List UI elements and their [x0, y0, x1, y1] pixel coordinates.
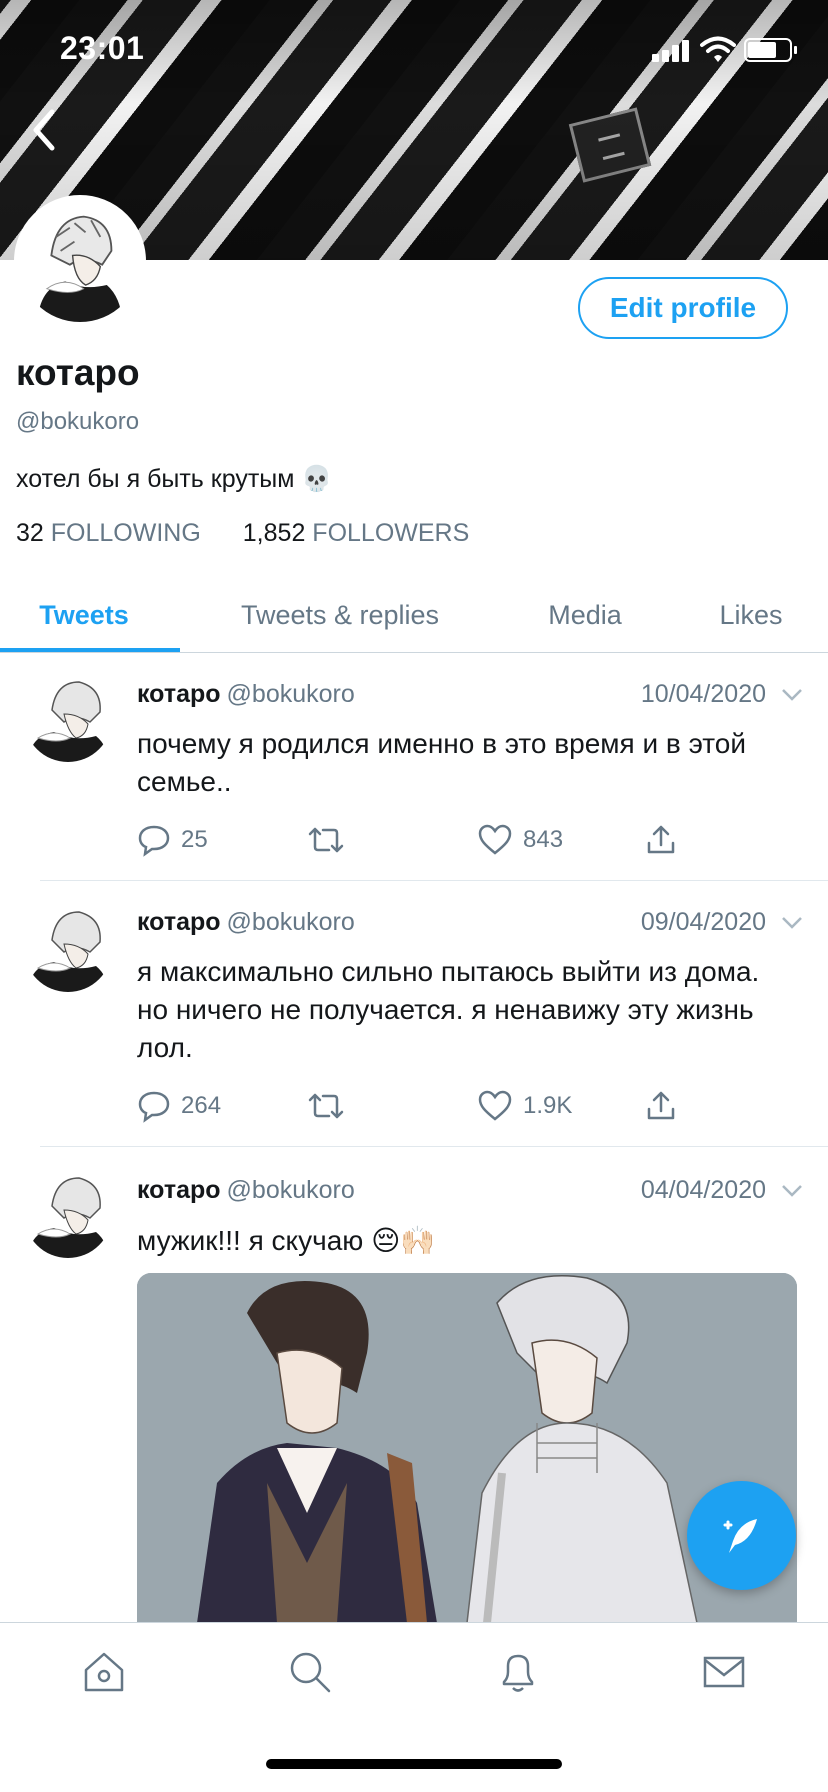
reply-count: 25 — [181, 826, 208, 853]
status-bar: 23:01 — [0, 0, 828, 100]
tweet-text: мужик!!! я скучаю 😔🙌🏻 — [137, 1225, 436, 1256]
profile-name: котаро — [16, 352, 140, 393]
reply-icon — [138, 1091, 170, 1123]
active-tab-indicator — [0, 648, 180, 652]
following-stat[interactable]: 32 FOLLOWING — [16, 519, 201, 548]
heart-icon — [478, 1090, 512, 1121]
tweet-author-name[interactable]: котаро — [137, 1176, 221, 1204]
retweet-button[interactable] — [307, 823, 355, 857]
home-icon[interactable] — [80, 1648, 128, 1696]
search-icon[interactable] — [286, 1648, 334, 1696]
tweet-text: почему я родился именно в это время и в … — [137, 728, 746, 797]
tab-media[interactable]: Media — [520, 578, 650, 652]
retweet-button[interactable] — [307, 1089, 355, 1123]
followers-count: 1,852 — [242, 519, 306, 547]
cellular-signal-icon — [652, 40, 692, 62]
battery-icon — [744, 38, 797, 62]
tweet-date: 09/04/2020 — [640, 908, 766, 936]
back-chevron-icon[interactable] — [20, 100, 70, 160]
avatar-illustration — [28, 1177, 108, 1258]
tweet-actions: 25 843 — [137, 823, 697, 863]
heart-icon — [478, 824, 512, 855]
reply-button[interactable]: 25 — [137, 823, 208, 857]
profile-stats: 32 FOLLOWING 1,852 FOLLOWERS — [16, 519, 469, 548]
tab-tweets[interactable]: Tweets — [0, 578, 168, 652]
reply-count: 264 — [181, 1092, 222, 1119]
tab-likes[interactable]: Likes — [690, 578, 812, 652]
anime-illustration — [137, 1273, 797, 1623]
compose-tweet-icon — [723, 1518, 757, 1553]
share-icon — [647, 1091, 675, 1120]
like-count: 1.9K — [523, 1092, 573, 1119]
tweet-date: 04/04/2020 — [640, 1176, 766, 1204]
like-button[interactable]: 843 — [477, 823, 563, 857]
retweet-icon — [308, 827, 344, 853]
compose-tweet-button[interactable] — [687, 1481, 796, 1590]
tweet-media-image[interactable] — [137, 1273, 797, 1623]
reply-button[interactable]: 264 — [137, 1089, 221, 1123]
retweet-icon — [308, 1093, 344, 1119]
profile-avatar[interactable] — [14, 195, 146, 327]
notifications-icon[interactable] — [494, 1648, 542, 1696]
tweet-actions: 264 1.9K — [137, 1089, 697, 1129]
share-button[interactable] — [644, 823, 678, 857]
tweet-text: я максимально сильно пытаюсь выйти из до… — [137, 956, 760, 1063]
following-label: FOLLOWING — [50, 519, 201, 547]
avatar-illustration — [19, 200, 141, 322]
tweet-author-handle: @bokukoro — [226, 1176, 355, 1204]
chevron-down-icon[interactable] — [780, 910, 804, 934]
profile-bio: хотел бы я быть крутым 💀 — [16, 465, 333, 493]
messages-icon[interactable] — [700, 1648, 748, 1696]
tweet-divider — [40, 1146, 828, 1147]
profile-tabs: Tweets Tweets & replies Media Likes — [0, 578, 828, 653]
tweet-author-name[interactable]: котаро — [137, 680, 221, 708]
edit-profile-button[interactable]: Edit profile — [578, 277, 788, 339]
tweet-author-handle: @bokukoro — [226, 680, 355, 708]
share-icon — [647, 825, 675, 854]
followers-label: FOLLOWERS — [312, 519, 470, 547]
avatar-illustration — [28, 681, 108, 762]
wifi-icon — [700, 36, 736, 62]
tab-tweets-replies[interactable]: Tweets & replies — [210, 578, 470, 652]
home-indicator — [266, 1759, 562, 1769]
tweet-author-name[interactable]: котаро — [137, 908, 221, 936]
tweet-avatar[interactable] — [24, 904, 112, 992]
tweet-date: 10/04/2020 — [640, 680, 766, 708]
tweet-avatar[interactable] — [24, 674, 112, 762]
followers-stat[interactable]: 1,852 FOLLOWERS — [243, 519, 470, 548]
tweet-avatar[interactable] — [24, 1170, 112, 1258]
following-count: 32 — [16, 519, 44, 547]
tweet-author-handle: @bokukoro — [226, 908, 355, 936]
chevron-down-icon[interactable] — [780, 1178, 804, 1202]
like-button[interactable]: 1.9K — [477, 1089, 572, 1123]
tweet-divider — [40, 880, 828, 881]
status-time: 23:01 — [60, 30, 145, 66]
profile-handle: @bokukoro — [16, 408, 140, 435]
like-count: 843 — [523, 826, 564, 853]
share-button[interactable] — [644, 1089, 678, 1123]
chevron-down-icon[interactable] — [780, 682, 804, 706]
reply-icon — [138, 825, 170, 857]
avatar-illustration — [28, 911, 108, 992]
